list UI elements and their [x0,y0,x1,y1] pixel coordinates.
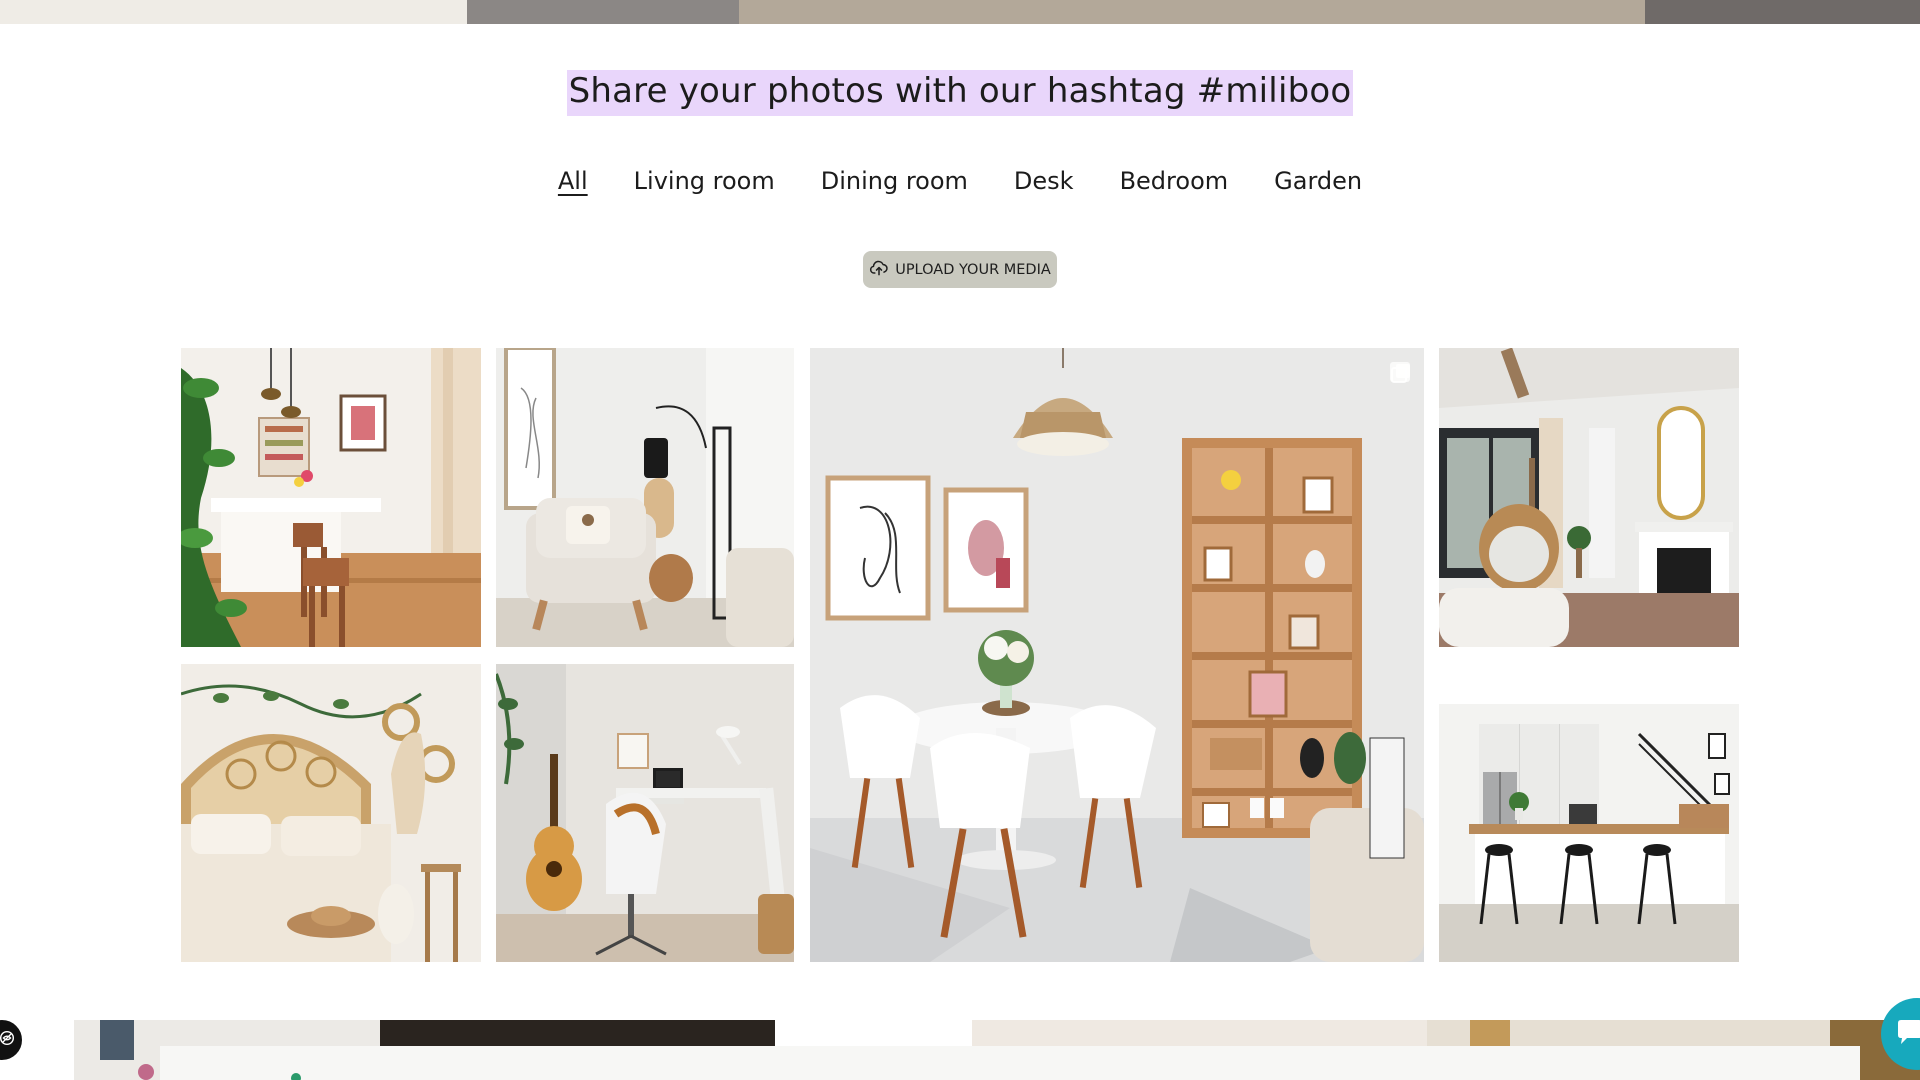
photo-rattan-bedroom[interactable] [181,664,481,962]
filter-garden[interactable]: Garden [1274,164,1362,198]
filter-living-room[interactable]: Living room [634,164,775,198]
filter-bedroom[interactable]: Bedroom [1120,164,1229,198]
photo-kitchen-bar[interactable] [181,348,481,647]
gallery-headline: Share your photos with our hashtag #mili… [566,70,1354,116]
previous-section-strip [0,0,1920,24]
multi-image-icon [1390,362,1412,384]
next-section-strip [0,1020,1920,1080]
filter-dining-room[interactable]: Dining room [821,164,968,198]
cloud-upload-icon [869,258,889,282]
upload-media-label: UPLOAD YOUR MEDIA [895,261,1051,278]
photo-open-kitchen[interactable] [1439,664,1739,962]
chat-bubble-icon [1895,1017,1920,1051]
upload-media-button[interactable]: UPLOAD YOUR MEDIA [863,251,1057,288]
photo-guitar-desk[interactable] [496,664,794,962]
filter-desk[interactable]: Desk [1014,164,1074,198]
filter-all[interactable]: All [558,164,588,198]
photo-armchair-corner[interactable] [496,348,794,647]
photo-hanging-chair[interactable] [1439,348,1739,647]
filter-tabs: All Living room Dining room Desk Bedroom… [0,164,1920,198]
accessibility-icon [0,1029,16,1051]
photo-dining-room[interactable] [810,348,1424,962]
